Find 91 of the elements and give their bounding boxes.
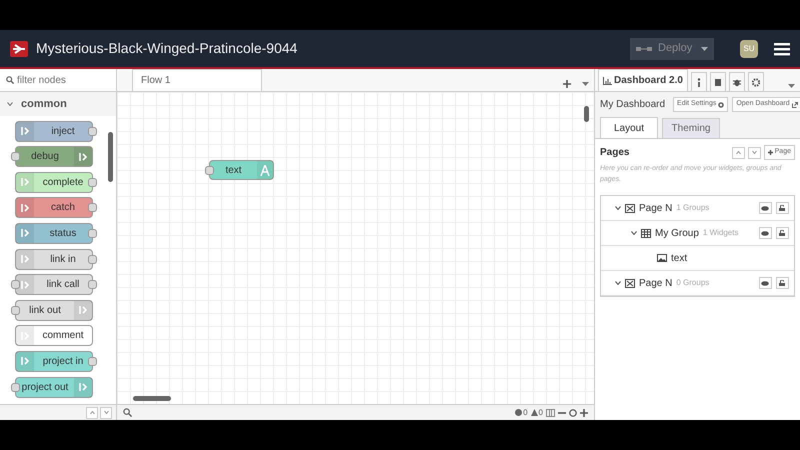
- dashboard-name: My Dashboard: [600, 98, 666, 112]
- lock-button[interactable]: [776, 277, 788, 289]
- image-icon: [657, 254, 667, 262]
- zoom-reset-icon[interactable]: [569, 408, 577, 416]
- search-icon: [6, 76, 14, 84]
- caret-icon[interactable]: [582, 82, 588, 86]
- node-icon: [79, 152, 87, 162]
- font-icon: [260, 164, 270, 176]
- add-icon: [768, 150, 773, 155]
- output-port[interactable]: [88, 126, 97, 136]
- map-icon[interactable]: [546, 408, 555, 416]
- node-icon: [79, 382, 87, 392]
- output-port[interactable]: [88, 178, 97, 187]
- output-port[interactable]: [88, 203, 97, 212]
- category-header[interactable]: common: [0, 92, 116, 116]
- filter-field[interactable]: filter nodes: [17, 72, 117, 88]
- collapse-all-button[interactable]: [100, 406, 112, 418]
- visibility-button[interactable]: [758, 277, 772, 289]
- lock-button[interactable]: [776, 202, 788, 214]
- page-name: Page N: [639, 202, 672, 216]
- node-icon: [21, 254, 29, 264]
- expand-all-button[interactable]: [86, 406, 98, 418]
- flow-icon: [636, 44, 652, 52]
- add-icon[interactable]: [562, 80, 570, 88]
- palette-node[interactable]: comment: [15, 325, 93, 346]
- layout-tab[interactable]: Theming: [662, 118, 720, 138]
- page-icon: [625, 278, 635, 288]
- output-port[interactable]: [88, 280, 97, 290]
- node-icon: [21, 356, 29, 366]
- visibility-button[interactable]: [758, 202, 772, 214]
- eye-icon: [761, 206, 769, 210]
- chevron-down-icon: [752, 151, 757, 154]
- section-title: Pages: [600, 146, 630, 160]
- caret-icon[interactable]: [788, 84, 794, 88]
- error-count: 0: [523, 406, 528, 418]
- bug-icon[interactable]: [732, 78, 741, 86]
- input-port[interactable]: [11, 382, 20, 392]
- flow-tab[interactable]: Flow 1: [132, 69, 262, 91]
- flow-canvas[interactable]: text: [117, 92, 594, 404]
- item-count: 1 Groups: [676, 202, 710, 214]
- node-icon: [21, 202, 29, 213]
- page-icon: [625, 204, 635, 212]
- lock-icon: [779, 230, 785, 236]
- caret-icon: [701, 46, 708, 50]
- move-down-button[interactable]: [748, 146, 761, 158]
- page-name: Page N: [639, 276, 672, 290]
- output-port[interactable]: [88, 254, 97, 264]
- scrollbar-thumb[interactable]: [584, 106, 589, 122]
- lock-icon: [779, 280, 785, 286]
- warning-icon: [530, 409, 538, 416]
- node-icon: [21, 228, 29, 238]
- table-icon: [641, 228, 651, 238]
- widget-name: text: [671, 252, 688, 266]
- warning-count: 0: [538, 406, 543, 418]
- sidebar-tab[interactable]: Dashboard 2.0: [598, 69, 688, 91]
- chevron-down-icon: [104, 411, 108, 414]
- eye-icon: [761, 280, 769, 286]
- input-port[interactable]: [11, 280, 20, 290]
- item-count: 1 Widgets: [702, 227, 738, 239]
- move-up-button[interactable]: [732, 146, 746, 158]
- node-icon: [21, 280, 29, 290]
- chevron-icon[interactable]: [631, 231, 637, 235]
- external-link-icon: [792, 102, 798, 108]
- node-icon: [21, 126, 29, 136]
- chevron-up-icon: [90, 411, 94, 414]
- chevron-up-icon: [736, 151, 742, 154]
- search-icon[interactable]: [123, 408, 132, 417]
- app-logo-icon: [10, 40, 28, 56]
- group-name: My Group: [655, 226, 699, 240]
- output-port[interactable]: [88, 356, 97, 366]
- node-icon: [79, 305, 87, 316]
- eye-icon: [761, 230, 769, 236]
- item-count: 0 Groups: [676, 277, 710, 289]
- input-port[interactable]: [11, 306, 20, 315]
- lock-icon: [779, 205, 785, 211]
- layout-tab[interactable]: Layout: [600, 117, 658, 138]
- zoom-in-icon[interactable]: [580, 408, 588, 416]
- input-port[interactable]: [205, 166, 214, 175]
- error-icon: [515, 409, 522, 416]
- project-title: Mysterious-Black-Winged-Pratincole-9044: [36, 39, 298, 58]
- chevron-icon[interactable]: [615, 206, 621, 210]
- bar-chart-icon: [603, 76, 612, 84]
- scrollbar-thumb[interactable]: [133, 396, 171, 401]
- output-port[interactable]: [88, 228, 97, 238]
- node-icon: [21, 177, 29, 188]
- visibility-button[interactable]: [758, 227, 772, 239]
- chevron-icon[interactable]: [615, 281, 621, 285]
- scrollbar-thumb[interactable]: [108, 132, 113, 182]
- menu-icon[interactable]: [774, 42, 790, 56]
- lock-button[interactable]: [776, 227, 788, 239]
- input-port[interactable]: [11, 152, 20, 162]
